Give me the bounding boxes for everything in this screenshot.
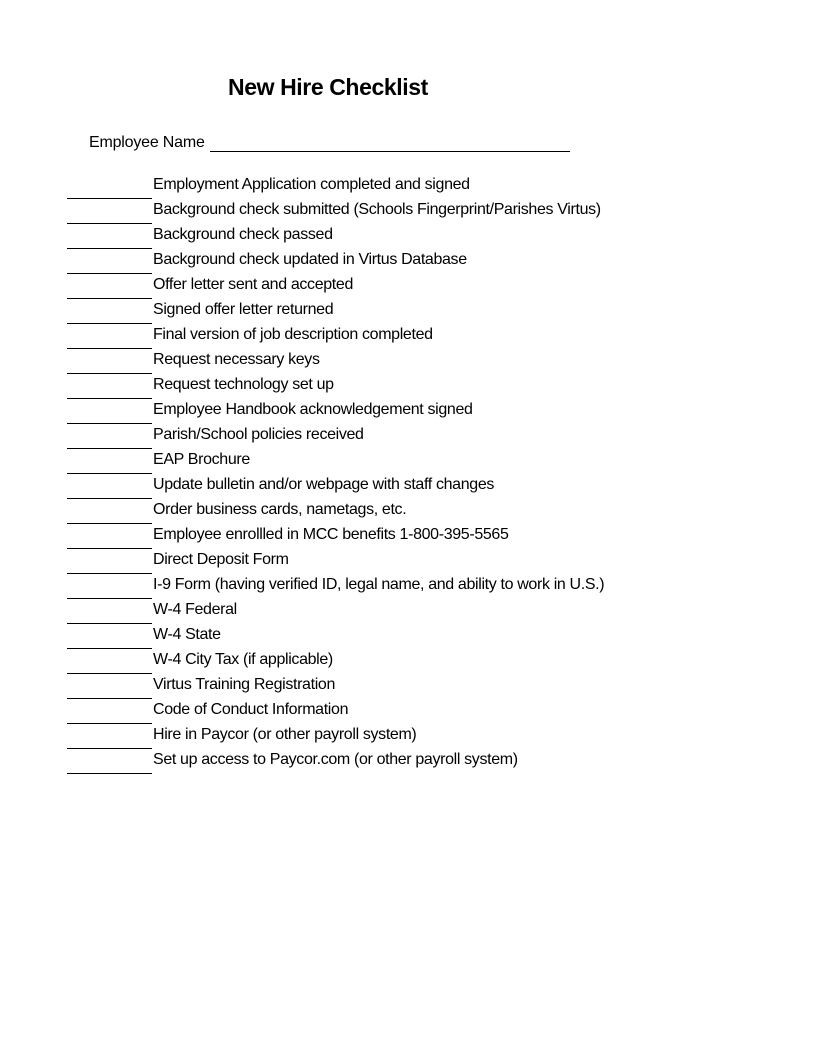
checklist-item: Final version of job description complet… [67, 324, 604, 349]
checklist-blank[interactable] [67, 399, 152, 424]
checklist-item: Signed offer letter returned [67, 299, 604, 324]
checklist-item-label: Set up access to Paycor.com (or other pa… [153, 751, 518, 768]
checklist-item: I-9 Form (having verified ID, legal name… [67, 574, 605, 599]
checklist-item-label: Request necessary keys [153, 351, 320, 368]
checklist-blank[interactable] [67, 249, 152, 274]
employee-name-field[interactable] [209, 133, 570, 152]
checklist-blank[interactable] [67, 424, 152, 449]
checklist-item-label: Employee enrollled in MCC benefits 1-800… [153, 526, 509, 543]
checklist-blank[interactable] [67, 749, 152, 774]
checklist-blank[interactable] [67, 299, 152, 324]
checklist-item: EAP Brochure [67, 449, 604, 474]
checklist-blank[interactable] [67, 174, 152, 199]
checklist-blank[interactable] [67, 224, 152, 249]
checklist-item-label: Update bulletin and/or webpage with staf… [153, 476, 495, 493]
checklist-blank[interactable] [67, 324, 152, 349]
checklist-blank[interactable] [67, 674, 152, 699]
checklist-item-label: Background check updated in Virtus Datab… [153, 251, 467, 268]
checklist-item-label: Employee Handbook acknowledgement signed [153, 401, 473, 418]
checklist-item: Request necessary keys [67, 349, 604, 374]
checklist-blank[interactable] [67, 524, 152, 549]
checklist-item: Employment Application completed and sig… [67, 174, 604, 199]
checklist-item-label: Virtus Training Registration [153, 676, 335, 693]
checklist-item: Order business cards, nametags, etc. [67, 499, 604, 524]
checklist-blank[interactable] [67, 474, 152, 499]
checklist-item: Set up access to Paycor.com (or other pa… [67, 749, 604, 774]
checklist-blank[interactable] [67, 574, 152, 599]
checklist-item-label: Employment Application completed and sig… [153, 176, 470, 193]
checklist-item-label: W-4 State [153, 626, 221, 643]
checklist-blank[interactable] [67, 499, 152, 524]
checklist-blank[interactable] [67, 449, 152, 474]
checklist-item-label: Hire in Paycor (or other payroll system) [153, 726, 417, 743]
checklist-blank[interactable] [67, 349, 152, 374]
checklist-item: Update bulletin and/or webpage with staf… [67, 474, 604, 499]
checklist-blank[interactable] [67, 549, 152, 574]
checklist-item: Virtus Training Registration [67, 674, 604, 699]
employee-name-row: Employee Name [89, 130, 570, 152]
checklist-item-label: Parish/School policies received [153, 426, 364, 443]
checklist-blank[interactable] [67, 649, 152, 674]
checklist-blank[interactable] [67, 724, 152, 749]
checklist-blank[interactable] [67, 699, 152, 724]
document-title: New Hire Checklist [228, 74, 428, 100]
checklist-item: Background check updated in Virtus Datab… [67, 249, 604, 274]
checklist-item: Request technology set up [67, 374, 604, 399]
employee-name-label: Employee Name [89, 134, 205, 151]
checklist-item-label: Code of Conduct Information [153, 701, 349, 718]
checklist-item: W-4 State [67, 624, 604, 649]
checklist-item-label: I-9 Form (having verified ID, legal name… [153, 576, 605, 593]
checklist-item: W-4 Federal [67, 599, 604, 624]
checklist-item: Parish/School policies received [67, 424, 604, 449]
checklist-item-label: Offer letter sent and accepted [153, 276, 354, 293]
checklist-item: W-4 City Tax (if applicable) [67, 649, 604, 674]
checklist-blank[interactable] [67, 599, 152, 624]
checklist-item: Employee Handbook acknowledgement signed [67, 399, 604, 424]
checklist-item-label: W-4 City Tax (if applicable) [153, 651, 333, 668]
checklist-item: Code of Conduct Information [67, 699, 604, 724]
checklist-blank[interactable] [67, 274, 152, 299]
checklist-item: Background check passed [67, 224, 604, 249]
checklist-item-label: Signed offer letter returned [153, 301, 334, 318]
checklist-item-label: Background check submitted (Schools Fing… [153, 201, 601, 218]
checklist-item: Employee enrollled in MCC benefits 1-800… [67, 524, 604, 549]
checklist-item-label: Final version of job description complet… [153, 326, 433, 343]
checklist-item: Direct Deposit Form [67, 549, 604, 574]
checklist-item: Hire in Paycor (or other payroll system) [67, 724, 604, 749]
checklist-item-label: W-4 Federal [153, 601, 237, 618]
checklist-blank[interactable] [67, 374, 152, 399]
checklist-item: Offer letter sent and accepted [67, 274, 604, 299]
checklist-blank[interactable] [67, 199, 152, 224]
checklist-item-label: Direct Deposit Form [153, 551, 289, 568]
checklist-item-label: EAP Brochure [153, 451, 250, 468]
checklist-item: Background check submitted (Schools Fing… [67, 199, 604, 224]
checklist-item-label: Order business cards, nametags, etc. [153, 501, 407, 518]
checklist-item-label: Request technology set up [153, 376, 334, 393]
checklist-item-label: Background check passed [153, 226, 333, 243]
checklist-blank[interactable] [67, 624, 152, 649]
checklist: Employment Application completed and sig… [67, 174, 605, 774]
